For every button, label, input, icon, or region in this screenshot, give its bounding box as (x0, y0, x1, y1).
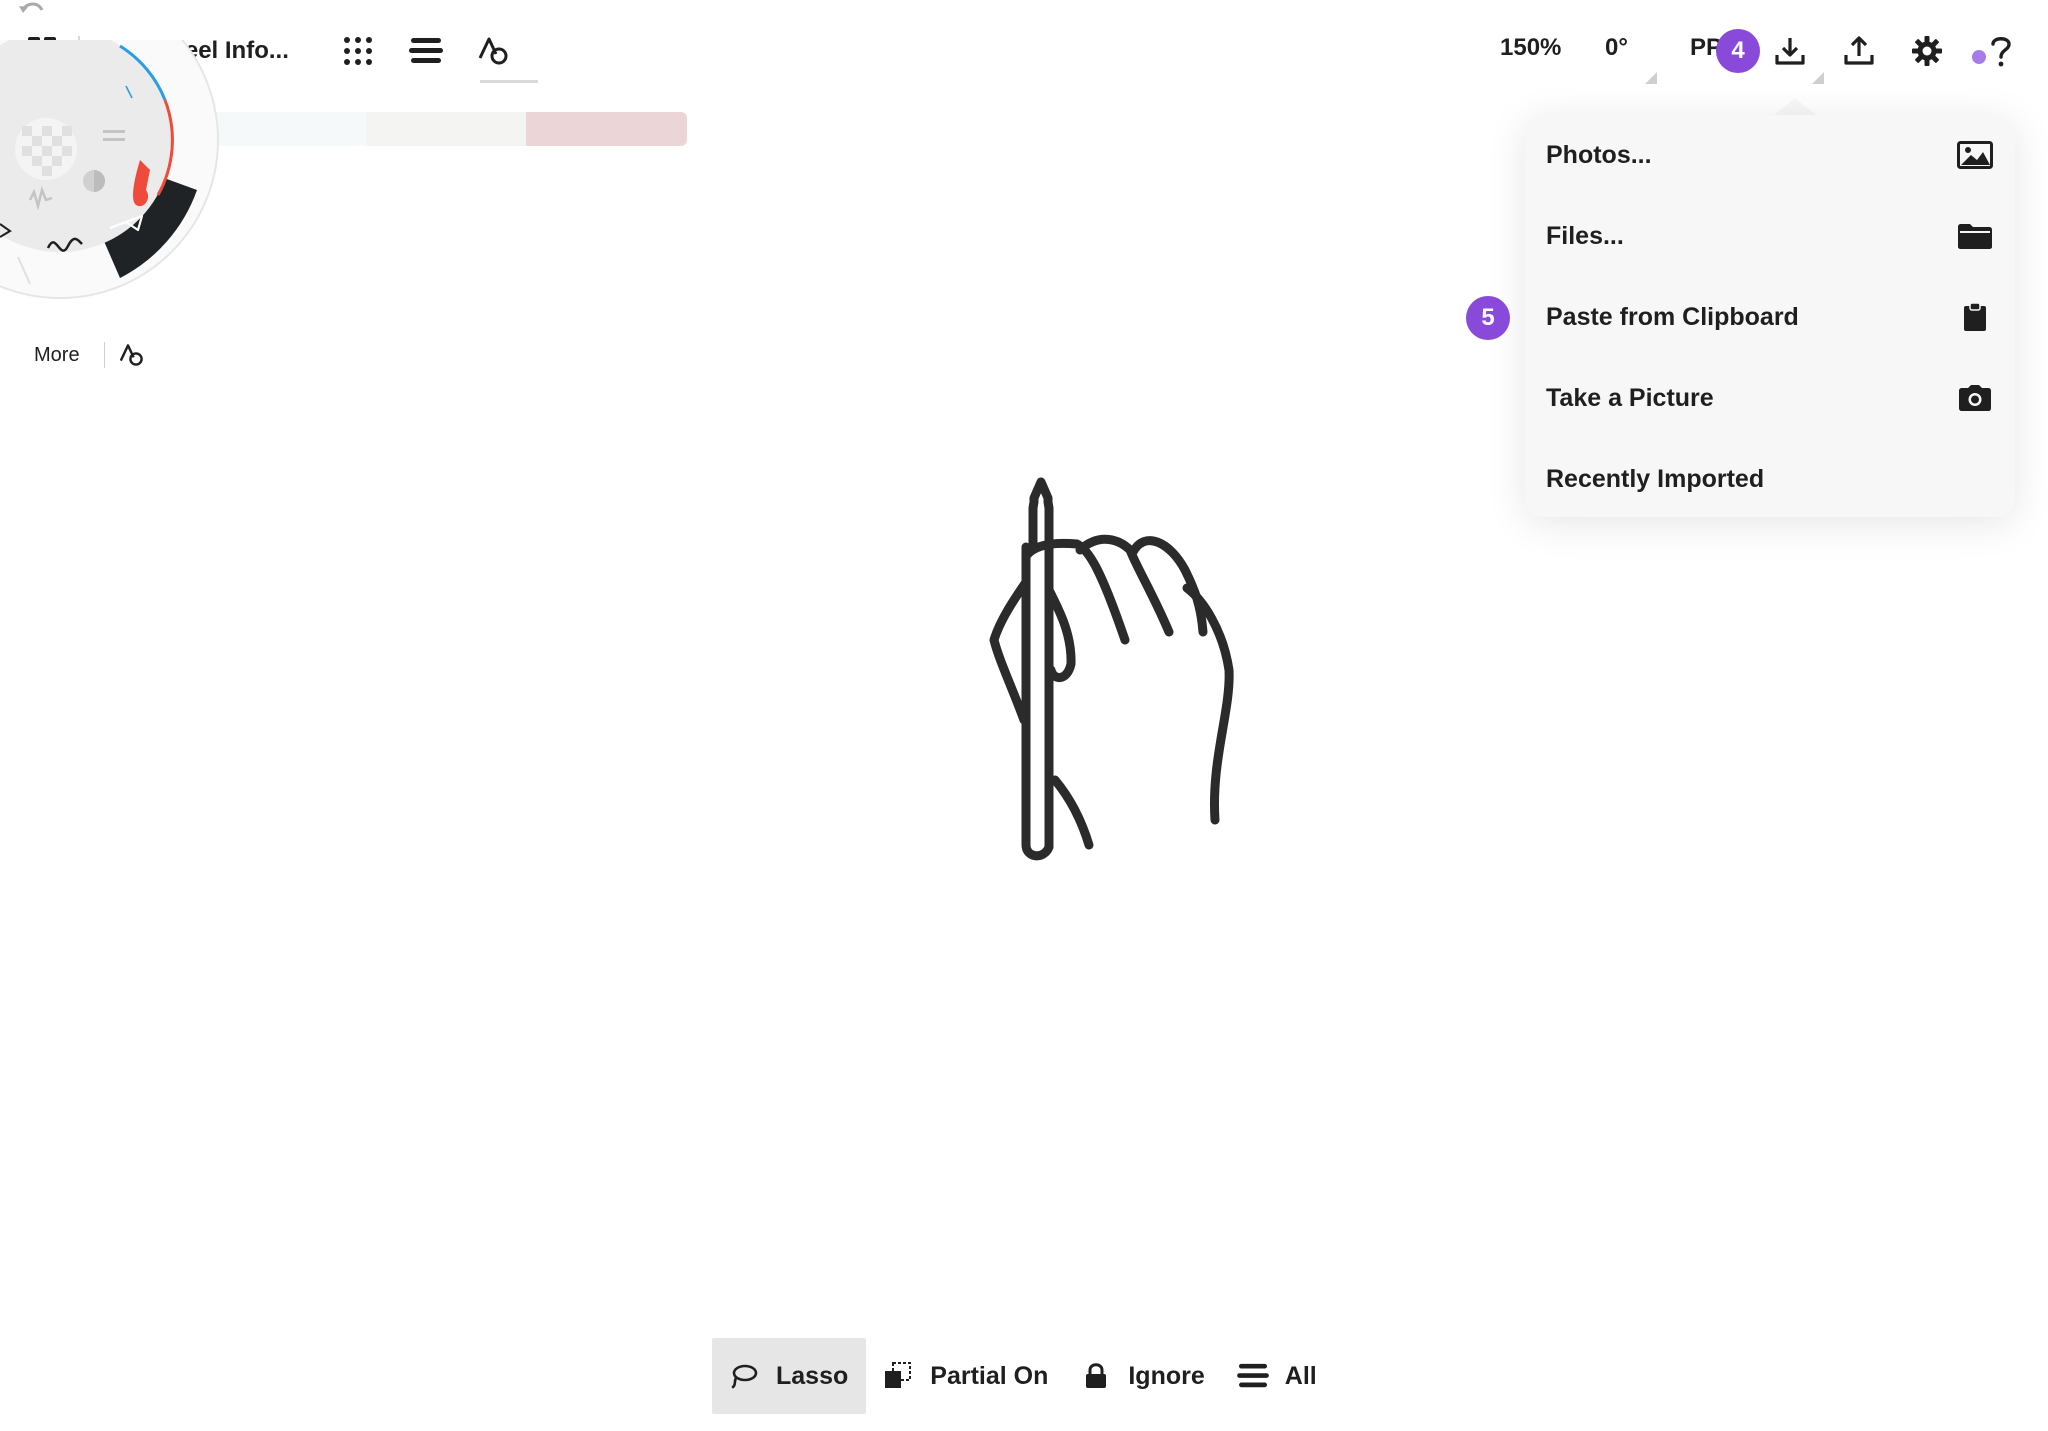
color-swatch[interactable] (365, 112, 527, 146)
all-layers-button[interactable]: All (1221, 1338, 1333, 1414)
recent-colors-strip (205, 112, 687, 146)
camera-icon (1955, 378, 1995, 418)
partial-on-button[interactable]: Partial On (866, 1338, 1064, 1414)
hand-with-pencil-drawing (975, 470, 1255, 890)
partial-select-icon (882, 1360, 914, 1392)
menu-item-paste[interactable]: Paste from Clipboard (1525, 277, 2015, 357)
photo-icon (1955, 135, 1995, 175)
menu-item-label: Take a Picture (1546, 383, 1714, 412)
active-tool-underline (480, 80, 538, 83)
menu-item-files[interactable]: Files... (1525, 196, 2015, 276)
ignore-button[interactable]: Ignore (1064, 1338, 1220, 1414)
partial-on-label: Partial On (930, 1361, 1049, 1390)
step-badge-4: 4 (1716, 29, 1760, 73)
menu-item-label: Recently Imported (1546, 464, 1765, 493)
rotation-corner-mark (1645, 72, 1657, 84)
menu-item-label: Files... (1546, 221, 1624, 250)
more-divider (103, 342, 105, 368)
menu-item-camera[interactable]: Take a Picture (1525, 358, 2015, 438)
lasso-label: Lasso (776, 1361, 849, 1390)
dots-grid-icon[interactable] (333, 26, 383, 76)
shapes-icon[interactable] (469, 26, 519, 76)
lock-icon (1080, 1360, 1112, 1392)
clipboard-icon (1955, 297, 1995, 337)
color-swatch[interactable] (205, 112, 366, 146)
folder-icon (1955, 216, 1995, 256)
lasso-button[interactable]: Lasso (712, 1338, 867, 1414)
color-swatch[interactable] (526, 112, 687, 146)
import-corner-mark (1812, 72, 1824, 84)
layers-icon (1236, 1360, 1269, 1392)
lasso-icon (728, 1360, 760, 1392)
tool-wheel[interactable] (0, 40, 220, 300)
rotation-angle[interactable]: 0° (1605, 34, 1628, 62)
zoom-level[interactable]: 150% (1500, 34, 1561, 62)
step-badge-5: 5 (1466, 296, 1510, 340)
more-button[interactable]: More (34, 344, 80, 367)
help-icon[interactable] (1978, 28, 2024, 74)
all-label: All (1284, 1361, 1317, 1390)
import-icon[interactable] (1767, 28, 1813, 74)
menu-item-photos[interactable]: Photos... (1525, 115, 2015, 195)
menu-item-recent[interactable]: Recently Imported (1525, 439, 2015, 519)
export-icon[interactable] (1836, 28, 1882, 74)
menu-item-label: Paste from Clipboard (1546, 302, 1799, 331)
ignore-label: Ignore (1128, 1361, 1205, 1390)
wheel-more-row: More (34, 336, 145, 374)
selection-toolbar: Lasso Partial On Ignore All (712, 1338, 1333, 1414)
gear-icon[interactable] (1904, 28, 1950, 74)
import-menu: Photos... Files... Paste from Clipboard (1525, 115, 2015, 517)
layers-icon[interactable] (401, 26, 451, 76)
undo-icon[interactable] (16, 0, 46, 18)
shapes-icon[interactable] (119, 343, 145, 367)
menu-caret (1773, 98, 1817, 116)
menu-item-label: Photos... (1546, 140, 1652, 169)
